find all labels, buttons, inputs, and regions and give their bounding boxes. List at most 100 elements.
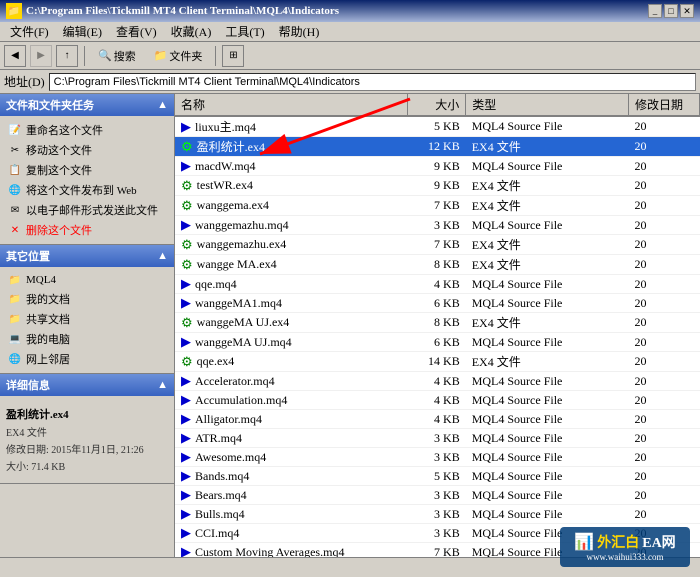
file-name-cell: ▶Accumulation.mq4 bbox=[175, 391, 408, 410]
minimize-button[interactable]: _ bbox=[648, 4, 662, 18]
file-name-cell: ▶wanggemazhu.mq4 bbox=[175, 216, 408, 235]
table-row[interactable]: ⚙wanggemazhu.ex47 KBEX4 文件20 bbox=[175, 235, 700, 255]
menu-help[interactable]: 帮助(H) bbox=[273, 22, 326, 41]
tasks-collapse-icon: ▲ bbox=[157, 99, 168, 111]
menu-file[interactable]: 文件(F) bbox=[4, 22, 55, 41]
details-collapse-icon: ▲ bbox=[157, 379, 168, 391]
search-button[interactable]: 🔍 搜索 bbox=[91, 45, 143, 67]
network-icon: 🌐 bbox=[8, 352, 22, 366]
folder-button[interactable]: 📁 文件夹 bbox=[147, 45, 210, 67]
file-type-cell: MQL4 Source File bbox=[466, 333, 629, 352]
watermark: 📊 外汇白 EA网 www.waihui333.com bbox=[560, 527, 690, 567]
web-icon: 🌐 bbox=[8, 183, 22, 197]
mq4-icon: ▶ bbox=[181, 449, 191, 465]
detail-filename: 盈利统计.ex4 bbox=[6, 406, 168, 422]
table-row[interactable]: ⚙qqe.ex414 KBEX4 文件20 bbox=[175, 352, 700, 372]
file-date-cell: 20 bbox=[629, 429, 700, 448]
table-row[interactable]: ▶macdW.mq49 KBMQL4 Source File20 bbox=[175, 157, 700, 176]
file-date-cell: 20 bbox=[629, 176, 700, 196]
place-network[interactable]: 🌐 网上邻居 bbox=[0, 349, 174, 369]
file-size-cell: 12 KB bbox=[408, 137, 466, 157]
ex4-icon: ⚙ bbox=[181, 257, 193, 273]
table-row[interactable]: ▶Bears.mq43 KBMQL4 Source File20 bbox=[175, 486, 700, 505]
file-size-cell: 3 KB bbox=[408, 486, 466, 505]
place-shared[interactable]: 📁 共享文档 bbox=[0, 309, 174, 329]
places-collapse-icon: ▲ bbox=[157, 250, 168, 262]
file-date-cell: 20 bbox=[629, 505, 700, 524]
up-button[interactable]: ↑ bbox=[56, 45, 78, 67]
task-web[interactable]: 🌐 将这个文件发布到 Web bbox=[0, 180, 174, 200]
table-row[interactable]: ▶wanggemazhu.mq43 KBMQL4 Source File20 bbox=[175, 216, 700, 235]
mq4-icon: ▶ bbox=[181, 334, 191, 350]
mq4-icon: ▶ bbox=[181, 373, 191, 389]
col-date[interactable]: 修改日期 bbox=[629, 94, 700, 116]
detail-filetype: EX4 文件 bbox=[6, 424, 168, 439]
table-row[interactable]: ⚙testWR.ex49 KBEX4 文件20 bbox=[175, 176, 700, 196]
file-type-cell: MQL4 Source File bbox=[466, 294, 629, 313]
menu-tools[interactable]: 工具(T) bbox=[219, 22, 270, 41]
address-input[interactable] bbox=[49, 73, 696, 91]
task-email[interactable]: ✉ 以电子邮件形式发送此文件 bbox=[0, 200, 174, 220]
table-row[interactable]: ▶Alligator.mq44 KBMQL4 Source File20 bbox=[175, 410, 700, 429]
file-name-cell: ▶qqe.mq4 bbox=[175, 275, 408, 294]
maximize-button[interactable]: □ bbox=[664, 4, 678, 18]
table-row[interactable]: ▶ATR.mq43 KBMQL4 Source File20 bbox=[175, 429, 700, 448]
file-date-cell: 20 bbox=[629, 255, 700, 275]
table-row[interactable]: ⚙wangge MA.ex48 KBEX4 文件20 bbox=[175, 255, 700, 275]
menu-view[interactable]: 查看(V) bbox=[110, 22, 163, 41]
task-move[interactable]: ✂ 移动这个文件 bbox=[0, 140, 174, 160]
file-name-cell: ⚙wanggeMA UJ.ex4 bbox=[175, 313, 408, 333]
task-rename[interactable]: 📝 重命名这个文件 bbox=[0, 120, 174, 140]
menu-edit[interactable]: 编辑(E) bbox=[57, 22, 108, 41]
file-name-cell: ⚙qqe.ex4 bbox=[175, 352, 408, 372]
tasks-header[interactable]: 文件和文件夹任务 ▲ bbox=[0, 94, 174, 116]
back-button[interactable]: ◀ bbox=[4, 45, 26, 67]
search-icon: 🔍 bbox=[98, 49, 112, 62]
window-title: C:\Program Files\Tickmill MT4 Client Ter… bbox=[26, 5, 648, 17]
places-header[interactable]: 其它位置 ▲ bbox=[0, 245, 174, 267]
details-content: 盈利统计.ex4 EX4 文件 修改日期: 2015年11月1日, 21:26 … bbox=[0, 396, 174, 483]
detail-filesize: 大小: 71.4 KB bbox=[6, 458, 168, 473]
file-type-cell: EX4 文件 bbox=[466, 137, 629, 157]
ex4-icon: ⚙ bbox=[181, 139, 193, 155]
file-size-cell: 6 KB bbox=[408, 294, 466, 313]
table-row[interactable]: ▶Accelerator.mq44 KBMQL4 Source File20 bbox=[175, 372, 700, 391]
table-row[interactable]: ⚙wanggema.ex47 KBEX4 文件20 bbox=[175, 196, 700, 216]
table-row[interactable]: ▶wanggeMA UJ.mq46 KBMQL4 Source File20 bbox=[175, 333, 700, 352]
file-date-cell: 20 bbox=[629, 467, 700, 486]
file-type-cell: EX4 文件 bbox=[466, 352, 629, 372]
table-row[interactable]: ⚙wanggeMA UJ.ex48 KBEX4 文件20 bbox=[175, 313, 700, 333]
col-name[interactable]: 名称 bbox=[175, 94, 408, 116]
table-row[interactable]: ▶Bands.mq45 KBMQL4 Source File20 bbox=[175, 467, 700, 486]
file-type-cell: EX4 文件 bbox=[466, 235, 629, 255]
table-row[interactable]: ▶Awesome.mq43 KBMQL4 Source File20 bbox=[175, 448, 700, 467]
table-row[interactable]: ⚙盈利统计.ex412 KBEX4 文件20 bbox=[175, 137, 700, 157]
places-section: 其它位置 ▲ 📁 MQL4 📁 我的文档 📁 共享文档 bbox=[0, 245, 174, 374]
details-header[interactable]: 详细信息 ▲ bbox=[0, 374, 174, 396]
task-delete[interactable]: ✕ 删除这个文件 bbox=[0, 220, 174, 240]
table-row[interactable]: ▶Bulls.mq43 KBMQL4 Source File20 bbox=[175, 505, 700, 524]
table-row[interactable]: ▶wanggeMA1.mq46 KBMQL4 Source File20 bbox=[175, 294, 700, 313]
task-copy[interactable]: 📋 复制这个文件 bbox=[0, 160, 174, 180]
place-mydocs[interactable]: 📁 我的文档 bbox=[0, 289, 174, 309]
copy-icon: 📋 bbox=[8, 163, 22, 177]
table-row[interactable]: ▶Accumulation.mq44 KBMQL4 Source File20 bbox=[175, 391, 700, 410]
col-type[interactable]: 类型 bbox=[466, 94, 629, 116]
ex4-icon: ⚙ bbox=[181, 237, 193, 253]
table-row[interactable]: ▶qqe.mq44 KBMQL4 Source File20 bbox=[175, 275, 700, 294]
file-type-cell: EX4 文件 bbox=[466, 196, 629, 216]
menu-favorites[interactable]: 收藏(A) bbox=[165, 22, 218, 41]
place-mycomputer[interactable]: 💻 我的电脑 bbox=[0, 329, 174, 349]
window-icon: 📁 bbox=[6, 3, 22, 19]
address-bar: 地址(D) bbox=[0, 70, 700, 94]
table-row[interactable]: ▶liuxu主.mq45 KBMQL4 Source File20 bbox=[175, 116, 700, 137]
file-name-cell: ▶Bands.mq4 bbox=[175, 467, 408, 486]
toolbar: ◀ ▶ ↑ 🔍 搜索 📁 文件夹 ⊞ bbox=[0, 42, 700, 70]
col-size[interactable]: 大小 bbox=[408, 94, 466, 116]
place-mql4[interactable]: 📁 MQL4 bbox=[0, 271, 174, 289]
close-button[interactable]: ✕ bbox=[680, 4, 694, 18]
forward-button[interactable]: ▶ bbox=[30, 45, 52, 67]
toolbar-sep-1 bbox=[84, 46, 85, 66]
mq4-icon: ▶ bbox=[181, 119, 191, 135]
view-button[interactable]: ⊞ bbox=[222, 45, 244, 67]
